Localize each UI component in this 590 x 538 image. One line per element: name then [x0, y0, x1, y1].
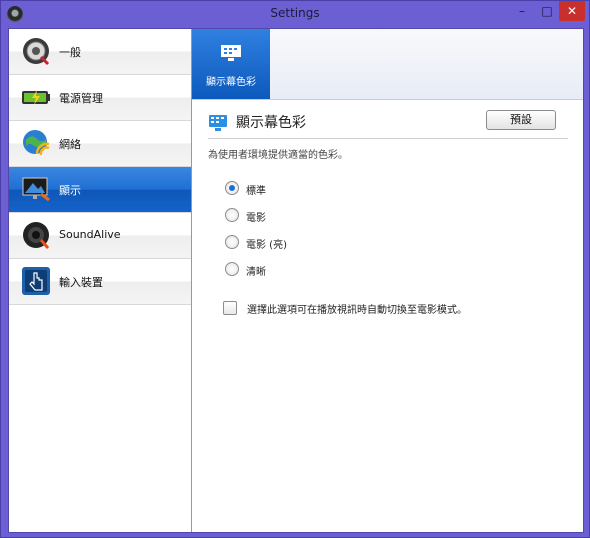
settings-window: Settings – □ ✕ 一般 電源管理 網絡 顯示 SoundAlive … — [0, 0, 590, 538]
display-color-icon — [209, 115, 227, 131]
sidebar-item-soundalive[interactable]: SoundAlive — [9, 213, 191, 259]
sidebar-item-label: 一般 — [59, 46, 81, 59]
auto-movie-mode-checkbox[interactable] — [223, 301, 237, 315]
radio-label-vivid: 清晰 — [246, 267, 266, 278]
touch-hand-icon — [22, 267, 50, 295]
content-panel: 顯示幕色彩 顯示幕色彩 預設 為使用者環境提供適當的色彩。 標準 電影 電影 (… — [192, 29, 583, 532]
sidebar-item-label: 網絡 — [59, 138, 81, 151]
tab-display-color[interactable]: 顯示幕色彩 — [192, 29, 270, 99]
sidebar-item-label: SoundAlive — [59, 228, 121, 241]
sidebar-item-general[interactable]: 一般 — [9, 29, 191, 75]
radio-label-movie: 電影 — [246, 213, 266, 224]
sidebar-item-display[interactable]: 顯示 — [9, 167, 191, 213]
wifi-globe-icon — [23, 130, 50, 156]
battery-icon — [22, 90, 50, 105]
tab-bar: 顯示幕色彩 — [192, 29, 583, 100]
minimize-button[interactable]: – — [509, 1, 535, 21]
sidebar-item-label: 顯示 — [59, 184, 81, 197]
title-bar[interactable]: Settings – □ ✕ — [1, 1, 589, 27]
sidebar-item-label: 輸入裝置 — [59, 276, 103, 289]
radio-movie[interactable] — [225, 208, 239, 222]
window-title: Settings — [270, 6, 320, 20]
speaker-icon — [23, 222, 50, 249]
auto-movie-mode-label: 選擇此選項可在播放視訊時自動切換至電影模式。 — [247, 305, 467, 316]
radio-movie-bright[interactable] — [225, 235, 239, 249]
radio-standard[interactable] — [225, 181, 239, 195]
section-description: 為使用者環境提供適當的色彩。 — [208, 150, 348, 161]
section-title: 顯示幕色彩 — [236, 115, 306, 131]
gear-icon — [23, 38, 50, 66]
client-area: 一般 電源管理 網絡 顯示 SoundAlive 輸入裝置 顯示幕色彩 顯示幕色… — [8, 28, 584, 533]
sidebar-item-power[interactable]: 電源管理 — [9, 75, 191, 121]
radio-vivid[interactable] — [225, 262, 239, 276]
default-button[interactable]: 預設 — [486, 110, 556, 130]
radio-label-movie-bright: 電影 (亮) — [246, 240, 287, 251]
sidebar-item-input-devices[interactable]: 輸入裝置 — [9, 259, 191, 305]
divider — [208, 138, 568, 139]
close-button[interactable]: ✕ — [559, 1, 585, 21]
tab-label: 顯示幕色彩 — [206, 77, 256, 88]
radio-label-standard: 標準 — [246, 186, 266, 197]
display-color-icon — [221, 45, 241, 61]
sidebar-item-label: 電源管理 — [59, 92, 103, 105]
maximize-button[interactable]: □ — [535, 1, 559, 21]
sidebar: 一般 電源管理 網絡 顯示 SoundAlive 輸入裝置 — [9, 29, 192, 532]
monitor-icon — [22, 177, 50, 202]
sidebar-item-network[interactable]: 網絡 — [9, 121, 191, 167]
